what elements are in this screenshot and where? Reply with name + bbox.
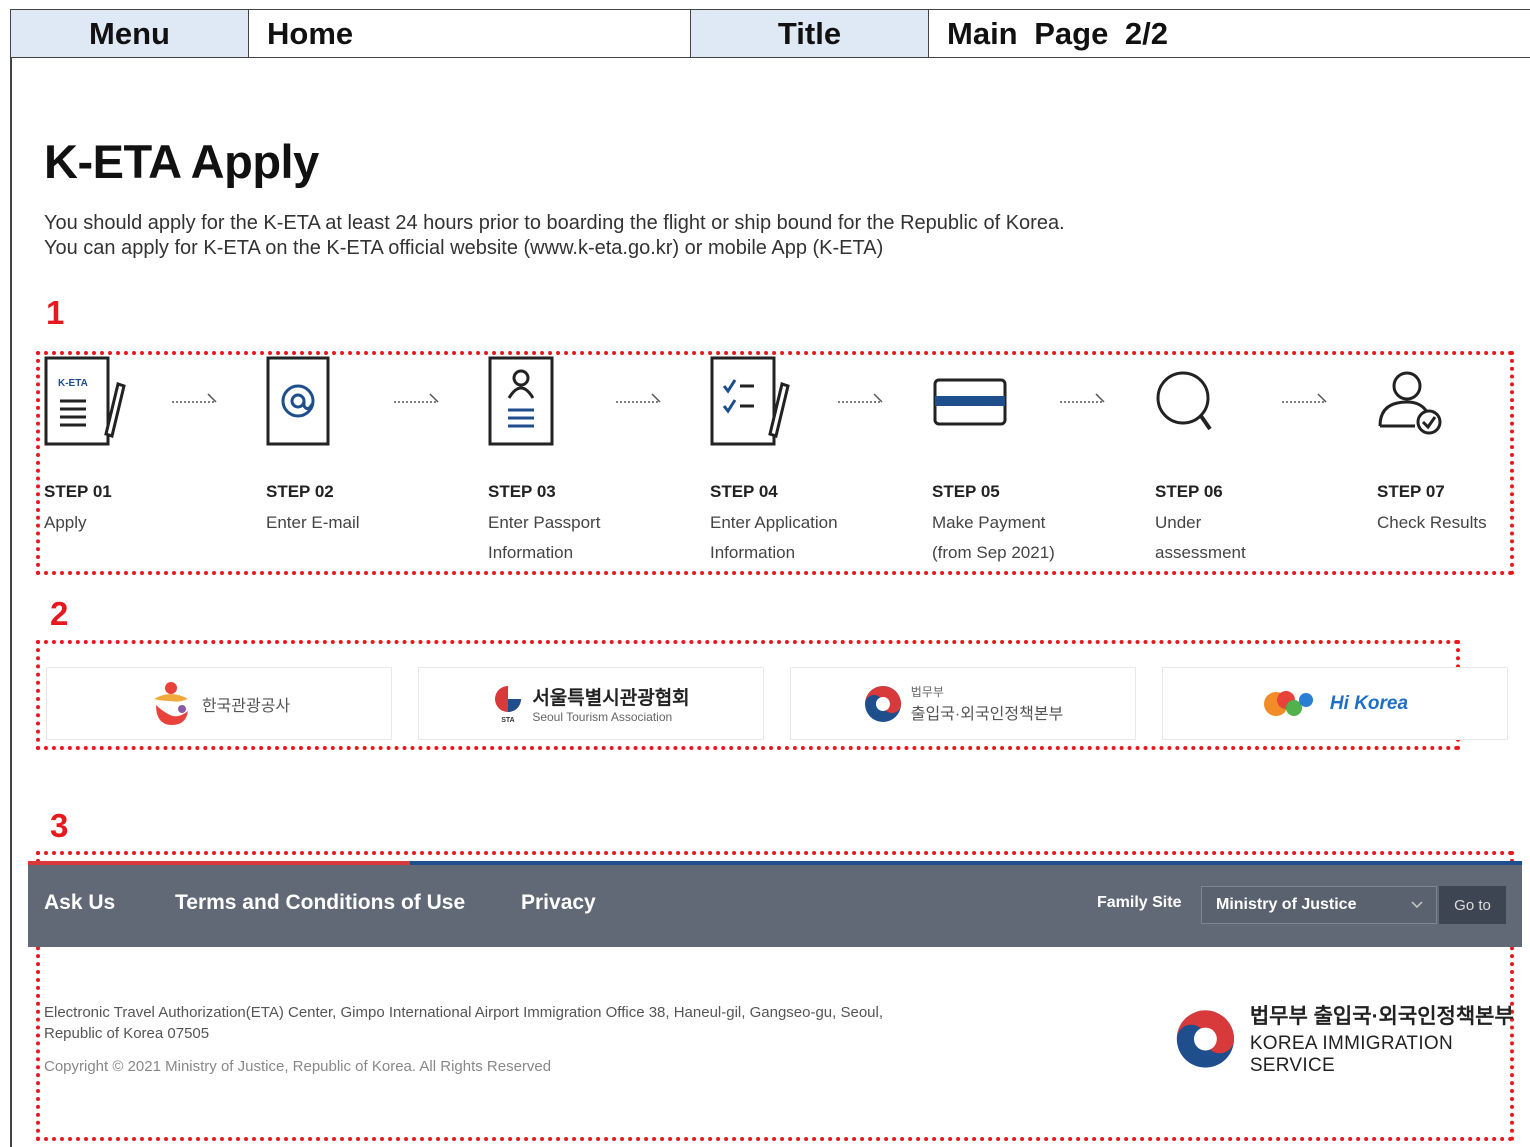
passport-icon bbox=[488, 356, 554, 446]
footer-accent-blue bbox=[410, 861, 1522, 865]
user-check-icon bbox=[1378, 371, 1442, 435]
family-site-label: Family Site bbox=[1097, 894, 1182, 911]
magnifier-icon bbox=[1156, 371, 1212, 431]
title-value: Main Page 2/2 bbox=[929, 10, 1530, 57]
svg-text:K-ETA: K-ETA bbox=[58, 378, 88, 389]
chevron-down-icon bbox=[1411, 901, 1423, 909]
menu-label: Menu bbox=[11, 10, 249, 57]
step-label: Apply bbox=[44, 513, 87, 532]
org-name-korean: 법무부 출입국·외국인정책본부 bbox=[1249, 1005, 1514, 1028]
dotted-arrow-icon bbox=[616, 393, 661, 403]
annotation-marker-2: 2 bbox=[50, 595, 69, 632]
partner-name: 서울특별시관광협회 bbox=[532, 688, 690, 709]
step-item: STEP 03 Enter Passport Information bbox=[488, 356, 688, 562]
description-line: You can apply for K-ETA on the K-ETA off… bbox=[44, 237, 884, 259]
sta-logo-icon: STA bbox=[495, 685, 522, 724]
application-form-icon: K-ETA bbox=[44, 356, 126, 446]
page-description: You should apply for the K-ETA at least … bbox=[44, 211, 1065, 261]
step-number: STEP 05 bbox=[932, 482, 1000, 501]
dotted-arrow-icon bbox=[172, 393, 217, 403]
email-icon bbox=[266, 356, 330, 446]
taegeuk-logo-icon bbox=[1176, 1009, 1234, 1068]
kto-logo-icon bbox=[153, 681, 188, 725]
dotted-arrow-icon bbox=[1060, 393, 1105, 403]
step-label: Under assessment bbox=[1155, 513, 1246, 562]
go-to-button[interactable]: Go to bbox=[1439, 886, 1506, 924]
taegeuk-logo-icon bbox=[864, 685, 901, 722]
partner-banner-list: 한국관광공사 STA 서울특별시관광협회 Seoul Tourism Assoc… bbox=[46, 667, 1530, 740]
dotted-arrow-icon bbox=[1282, 393, 1327, 403]
footer-copyright: Copyright © 2021 Ministry of Justice, Re… bbox=[44, 1058, 552, 1075]
footer-address: Electronic Travel Authorization(ETA) Cen… bbox=[44, 1004, 884, 1042]
partner-link-hikorea[interactable]: Hi Korea bbox=[1162, 667, 1508, 740]
step-label: Check Results bbox=[1377, 513, 1487, 532]
step-item: STEP 04 Enter Application Information bbox=[710, 356, 910, 562]
partner-link-sta[interactable]: STA 서울특별시관광협회 Seoul Tourism Association bbox=[418, 667, 764, 740]
step-number: STEP 07 bbox=[1377, 482, 1445, 501]
annotation-marker-3: 3 bbox=[50, 807, 69, 844]
step-item: K-ETA STEP 01 Apply bbox=[44, 356, 244, 532]
korea-immigration-logo: 법무부 출입국·외국인정책본부 KOREA IMMIGRATION SERVIC… bbox=[1173, 1000, 1530, 1077]
footer-link-terms[interactable]: Terms and Conditions of Use bbox=[175, 891, 465, 915]
annotation-marker-1: 1 bbox=[46, 294, 65, 331]
svg-text:STA: STA bbox=[502, 717, 515, 724]
step-number: STEP 02 bbox=[266, 482, 334, 501]
hikorea-logo-icon bbox=[1263, 690, 1313, 716]
footer-accent-red bbox=[28, 861, 410, 865]
credit-card-icon bbox=[933, 378, 1007, 426]
partner-link-kto[interactable]: 한국관광공사 bbox=[46, 667, 392, 740]
step-number: STEP 06 bbox=[1155, 482, 1223, 501]
step-number: STEP 04 bbox=[710, 482, 778, 501]
step-label: Enter Passport Information bbox=[488, 513, 601, 562]
family-site-select[interactable]: Ministry of Justice bbox=[1201, 886, 1437, 924]
footer-link-ask-us[interactable]: Ask Us bbox=[44, 891, 115, 915]
step-item: STEP 05 Make Payment (from Sep 2021) bbox=[932, 356, 1132, 562]
partner-name: Hi Korea bbox=[1329, 692, 1409, 714]
description-line: You should apply for the K-ETA at least … bbox=[44, 212, 1065, 234]
checklist-icon bbox=[710, 356, 790, 446]
partner-link-immigration[interactable]: 법무부 출입국·외국인정책본부 bbox=[790, 667, 1136, 740]
title-label: Title bbox=[691, 10, 929, 57]
step-label: Make Payment (from Sep 2021) bbox=[932, 513, 1055, 562]
step-item: STEP 06 Under assessment bbox=[1155, 356, 1355, 562]
step-number: STEP 03 bbox=[488, 482, 556, 501]
partner-name: 출입국·외국인정책본부 bbox=[910, 706, 1064, 723]
step-label: Enter Application Information bbox=[710, 513, 838, 562]
step-number: STEP 01 bbox=[44, 482, 112, 501]
step-item: STEP 02 Enter E-mail bbox=[266, 356, 466, 532]
org-name-english: KOREA IMMIGRATION SERVICE bbox=[1249, 1033, 1454, 1076]
footer-bar: Ask Us Terms and Conditions of Use Priva… bbox=[28, 861, 1522, 947]
step-label: Enter E-mail bbox=[266, 513, 360, 532]
frame-border bbox=[10, 58, 12, 1147]
dotted-arrow-icon bbox=[394, 393, 439, 403]
dotted-arrow-icon bbox=[838, 393, 883, 403]
header-table: Menu Home Title Main Page 2/2 bbox=[10, 9, 1530, 58]
footer-link-privacy[interactable]: Privacy bbox=[521, 891, 596, 915]
partner-name: 한국관광공사 bbox=[201, 697, 291, 715]
menu-value: Home bbox=[249, 10, 691, 57]
partner-subname: Seoul Tourism Association bbox=[532, 710, 673, 724]
page-title: K-ETA Apply bbox=[44, 135, 319, 188]
step-item: STEP 07 Check Results bbox=[1377, 356, 1530, 532]
family-site-selected: Ministry of Justice bbox=[1216, 896, 1357, 913]
partner-prefix: 법무부 bbox=[910, 685, 944, 699]
